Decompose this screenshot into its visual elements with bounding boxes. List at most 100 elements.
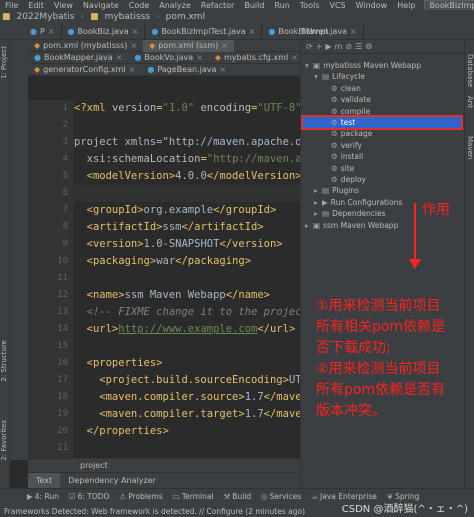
close-icon[interactable]: ×	[291, 53, 298, 62]
menu-item-view[interactable]: View	[49, 1, 78, 10]
right-tool-window-maven[interactable]: Maven	[466, 136, 474, 159]
right-tool-window-ant[interactable]: Ant	[466, 96, 474, 108]
tool-window-icon: ◎	[261, 492, 268, 501]
chevron-right-icon[interactable]: ▸	[314, 197, 322, 208]
left-tool-window-0[interactable]: 1: Project	[0, 46, 10, 79]
menu-item-file[interactable]: File	[0, 1, 23, 10]
menu-item-help[interactable]: Help	[392, 1, 420, 10]
skip-tests-icon[interactable]: ⊘	[345, 42, 355, 51]
menu-item-refactor[interactable]: Refactor	[196, 1, 240, 10]
settings-icon[interactable]: ⚙	[365, 42, 375, 51]
tool-window-problems[interactable]: ⚠ Problems	[114, 489, 167, 505]
line-number: 20	[57, 426, 68, 436]
left-tool-window-1[interactable]: 2: Structure	[0, 340, 10, 382]
m-icon[interactable]: m	[335, 42, 346, 51]
breadcrumb-module[interactable]: mybatisss	[105, 12, 150, 22]
close-icon[interactable]: ×	[116, 53, 123, 62]
close-icon[interactable]: ×	[48, 27, 55, 36]
chevron-down-icon[interactable]: ▾	[305, 60, 313, 71]
lifecycle-goal-clean[interactable]: ⚙ clean	[323, 83, 361, 94]
close-icon[interactable]: ×	[129, 65, 136, 74]
lifecycle-goal-deploy[interactable]: ⚙ deploy	[323, 174, 366, 185]
editor-tab[interactable]: ◆ pom.xml (mybatisss) ×	[28, 40, 143, 52]
menu-item-analyze[interactable]: Analyze	[154, 1, 196, 10]
tab-label: BookBizImplTest.java	[161, 27, 246, 36]
chevron-down-icon[interactable]: ▾	[314, 71, 322, 82]
menu-item-run[interactable]: Run	[269, 1, 294, 10]
editor-tab[interactable]: ● BookMapper.java ×	[28, 52, 128, 64]
lifecycle-goal-site[interactable]: ⚙ site	[323, 163, 354, 174]
left-tool-window-2[interactable]: 2: Favorites	[0, 420, 10, 461]
chevron-right-icon[interactable]: ▸	[305, 220, 313, 231]
run-configurations-node[interactable]: ▸ ▶ Run Configurations	[314, 197, 402, 208]
line-number: 19	[57, 409, 68, 419]
tree-node-label: Lifecycle	[332, 72, 365, 82]
code-line	[74, 185, 300, 202]
close-icon[interactable]: ×	[219, 65, 226, 74]
editor-tab[interactable]: ◆ generatorConfig.xml ×	[28, 64, 141, 76]
close-icon[interactable]: ×	[196, 53, 203, 62]
lifecycle-node[interactable]: ▾ ▤ Lifecycle	[314, 71, 365, 82]
close-icon[interactable]: ×	[350, 27, 357, 36]
maven-project-node[interactable]: ▸ ▣ ssm Maven Webapp	[305, 220, 398, 231]
tree-node-label: site	[340, 163, 355, 173]
chevron-right-icon: ›	[156, 12, 160, 22]
chevron-right-icon[interactable]: ▸	[314, 185, 322, 196]
top-tab[interactable]: ● P ×	[24, 24, 62, 40]
close-icon[interactable]: ×	[130, 41, 137, 50]
menu-item-edit[interactable]: Edit	[23, 1, 49, 10]
annotation-note-line: ②用来检测当前项目	[316, 361, 441, 377]
menu-item-vcs[interactable]: VCS	[325, 1, 351, 10]
tab-label: P	[39, 27, 45, 36]
editor-view-tab-dependency-analyzer[interactable]: Dependency Analyzer	[60, 473, 164, 489]
chevron-right-icon[interactable]: ▸	[314, 208, 322, 219]
run-configuration-select[interactable]: BookBizImplTest.listPager	[424, 0, 474, 10]
lifecycle-goal-test[interactable]: ⚙ test	[301, 115, 463, 130]
code-line: <?xml version="1.0" encoding="UTF-8"?>	[74, 102, 300, 114]
editor-tab[interactable]: ● BookVo.java ×	[128, 52, 209, 64]
lifecycle-goal-package[interactable]: ⚙ package	[323, 128, 372, 139]
breadcrumb-file[interactable]: pom.xml	[166, 12, 205, 22]
editor-tab-label: BookMapper.java	[43, 53, 113, 62]
tool-window-terminal[interactable]: ▭ Terminal	[168, 489, 219, 505]
lifecycle-goal-install[interactable]: ⚙ install	[323, 151, 363, 162]
maven-project-node[interactable]: ▾ ▣ mybatisss Maven Webapp	[305, 60, 421, 71]
line-number: 21	[57, 443, 68, 453]
code-line: <modelVersion>4.0.0</modelVersion>	[74, 170, 300, 182]
menu-item-tools[interactable]: Tools	[295, 1, 325, 10]
editor-tab[interactable]: ◆ pom.xml (ssm) ×	[143, 40, 234, 52]
lifecycle-goal-compile[interactable]: ⚙ compile	[323, 106, 370, 117]
line-number: 15	[57, 341, 68, 351]
close-icon[interactable]: ×	[221, 41, 228, 50]
refresh-icon[interactable]: ⟳	[306, 42, 316, 51]
close-icon[interactable]: ×	[249, 27, 256, 36]
plugins-node[interactable]: ▸ ▤ Plugins	[314, 185, 359, 196]
tool-window-services[interactable]: ◎ Services	[256, 489, 306, 505]
tool-window-label: Build	[232, 492, 252, 501]
tree-icon[interactable]: ☰	[355, 42, 365, 51]
menu-item-window[interactable]: Window	[351, 1, 393, 10]
menu-item-build[interactable]: Build	[239, 1, 269, 10]
code-editor[interactable]: <?xml version="1.0" encoding="UTF-8"?> pr…	[74, 100, 300, 458]
tool-window-build[interactable]: ⚒ Build	[219, 489, 257, 505]
close-icon[interactable]: ×	[132, 27, 139, 36]
dependencies-node[interactable]: ▸ ▤ Dependencies	[314, 208, 385, 219]
line-number: 6	[62, 188, 68, 198]
tool-window-label: Problems	[128, 492, 163, 501]
run-icon[interactable]: ▶	[325, 42, 334, 51]
editor-breadcrumb[interactable]: project	[28, 461, 108, 470]
breadcrumb-project[interactable]: 2022Mybatis	[17, 12, 75, 22]
lifecycle-goal-verify[interactable]: ⚙ verify	[323, 140, 362, 151]
tool-window--run[interactable]: ▶ 4: Run	[22, 489, 64, 505]
lifecycle-goal-validate[interactable]: ⚙ validate	[323, 94, 371, 105]
top-tab[interactable]: ● BookBizImplTest.java ×	[145, 24, 263, 40]
editor-tab[interactable]: ● PageBean.java ×	[141, 64, 232, 76]
menu-item-navigate[interactable]: Navigate	[78, 1, 124, 10]
add-icon[interactable]: +	[316, 42, 326, 51]
menu-item-code[interactable]: Code	[124, 1, 154, 10]
editor-tab[interactable]: ◆ mybatis.cfg.xml ×	[209, 52, 300, 64]
tool-window--todo[interactable]: ☑ 6: TODO	[64, 489, 115, 505]
editor-view-tab-text[interactable]: Text	[28, 473, 61, 489]
right-tool-window-database[interactable]: Database	[466, 54, 474, 87]
top-tab[interactable]: ● BookBiz.java ×	[62, 24, 146, 40]
